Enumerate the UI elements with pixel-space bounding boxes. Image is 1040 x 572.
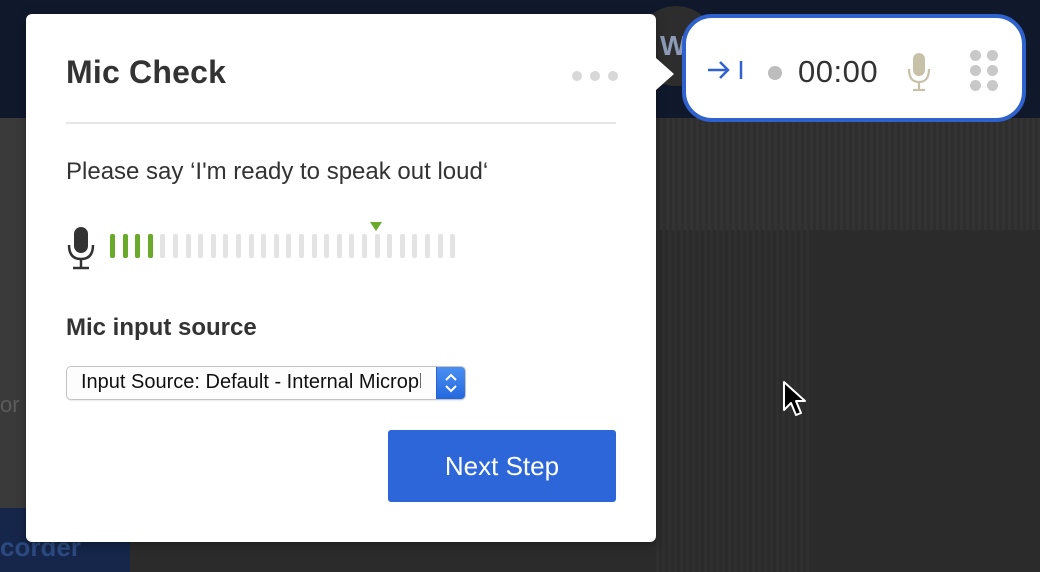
level-bar [286,234,291,258]
background-left-strip [0,118,28,508]
recording-status-dot [768,66,782,80]
level-bar [400,234,405,258]
input-source-label: Mic input source [66,314,257,341]
level-bar [223,234,228,258]
next-step-button[interactable]: Next Step [388,430,616,502]
background-left-text: or [0,392,20,417]
level-bar [387,234,392,258]
level-bar [337,234,342,258]
instruction-text: Please say ‘I'm ready to speak out loud‘ [66,158,489,185]
microphone-icon[interactable] [906,52,932,92]
recorder-widget: 00:00 [682,14,1026,122]
microphone-icon [67,227,95,270]
level-bar [261,234,266,258]
input-source-select[interactable]: Input Source: Default - Internal Microph… [66,366,466,400]
grip-dot [987,50,998,61]
level-bar [249,234,254,258]
panel-pointer-arrow [656,58,674,90]
level-bar [299,234,304,258]
mouse-pointer-icon [783,381,806,416]
level-bar [198,234,203,258]
level-bar [375,234,380,258]
level-bar [349,234,354,258]
grip-dot [970,65,981,76]
level-bar [438,234,443,258]
chevron-up-down-icon [445,373,457,393]
level-bar [211,234,216,258]
level-bar [160,234,165,258]
grip-dot [970,80,981,91]
level-bar [412,234,417,258]
level-bar [236,234,241,258]
level-bar [186,234,191,258]
level-bar [274,234,279,258]
level-bar [148,234,153,258]
mic-check-panel: Mic Check Please say ‘I'm ready to speak… [26,14,656,542]
level-bar [123,234,128,258]
recording-timer: 00:00 [798,54,879,89]
grip-icon[interactable] [970,50,1000,92]
grip-dot [987,65,998,76]
level-bar [425,234,430,258]
level-bar [110,234,115,258]
level-bar [362,234,367,258]
level-bar [135,234,140,258]
menu-dot [608,71,618,81]
input-source-value: Input Source: Default - Internal Microph… [81,371,421,393]
level-bar [173,234,178,258]
level-bar [450,234,455,258]
level-bar [324,234,329,258]
select-stepper [436,367,465,399]
menu-dot [590,71,600,81]
level-threshold-marker [370,222,382,231]
collapse-right-icon[interactable] [706,58,748,82]
level-bar [312,234,317,258]
menu-dot [572,71,582,81]
screen: or corder W Mic Check Please say ‘I'm re… [0,0,1040,572]
more-horizontal-icon[interactable] [572,66,618,86]
grip-dot [970,50,981,61]
mic-level-meter [110,234,470,258]
divider [66,122,616,124]
grip-dot [987,80,998,91]
panel-title: Mic Check [66,54,227,90]
